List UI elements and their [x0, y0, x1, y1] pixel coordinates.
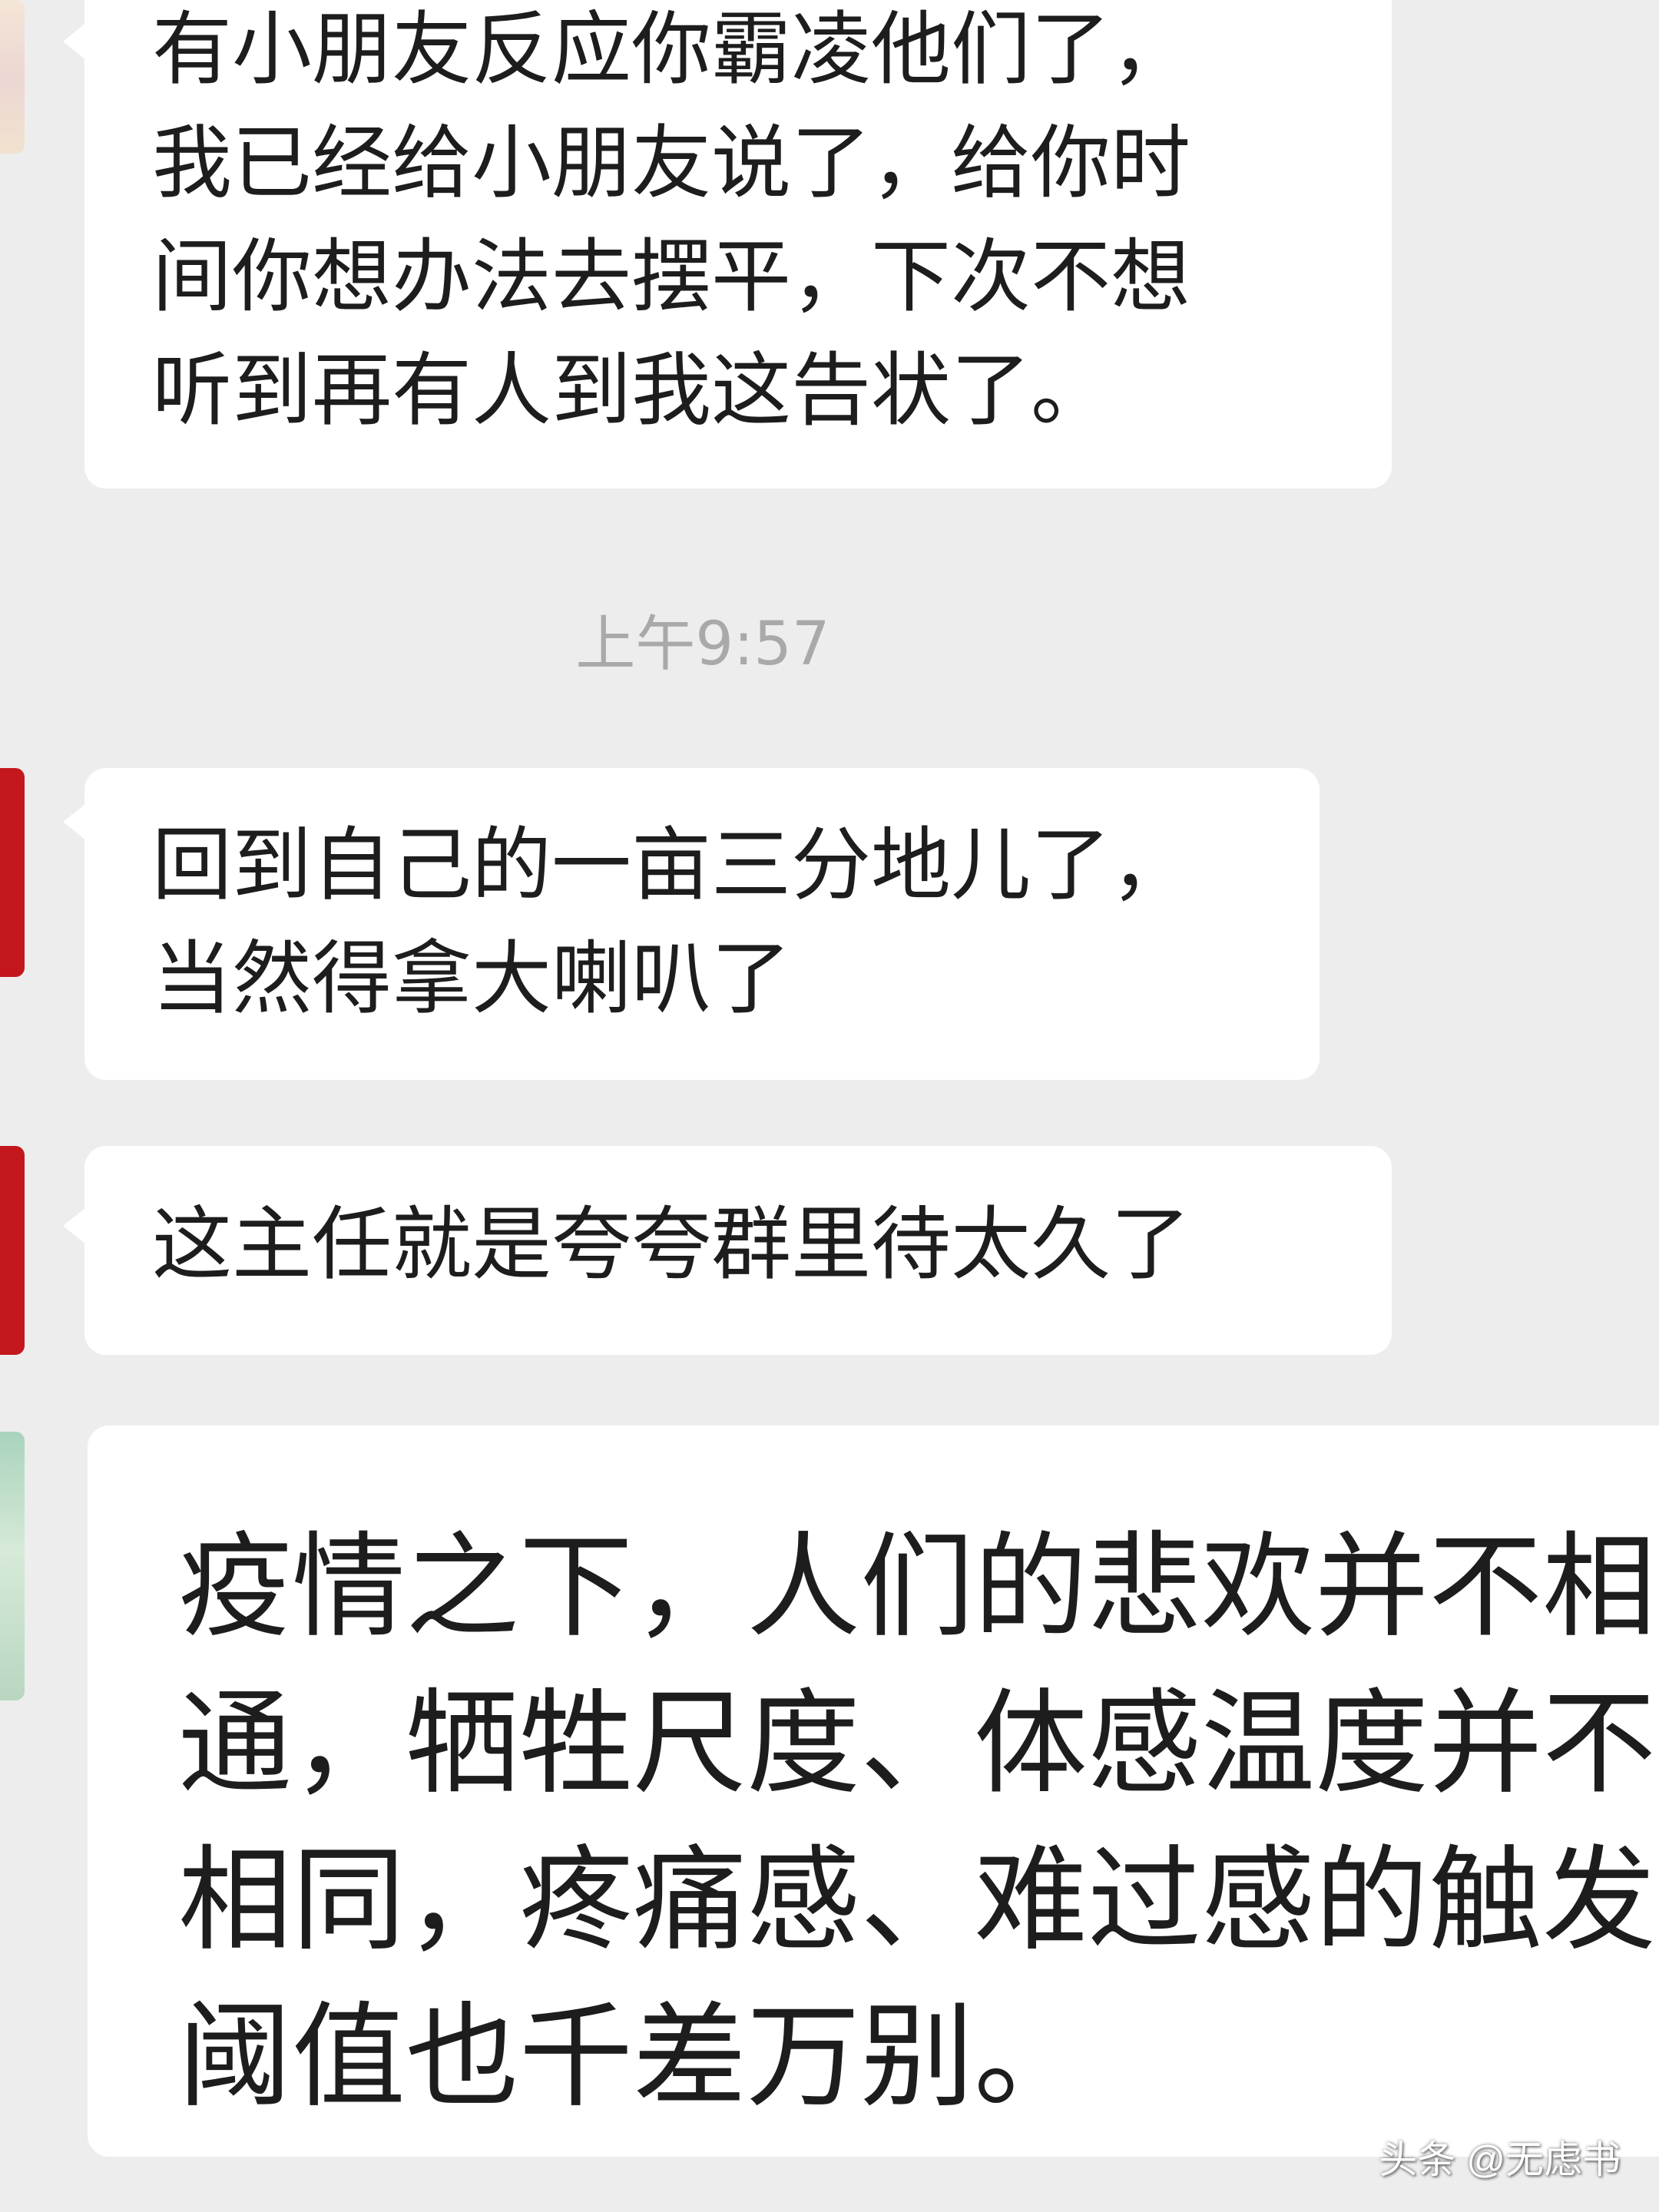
sender-avatar[interactable]: [0, 0, 25, 154]
sender-avatar[interactable]: [0, 1432, 25, 1700]
sender-avatar[interactable]: [0, 768, 25, 977]
message-text: 回到自己的一亩三分地儿了， 当然得拿大喇叭了: [152, 818, 1191, 1025]
message-bubble[interactable]: 回到自己的一亩三分地儿了， 当然得拿大喇叭了: [63, 768, 1320, 1080]
message-timestamp: 上午9:57: [575, 610, 830, 679]
message-bubble[interactable]: 这主任就是夸夸群里待太久了: [63, 1146, 1392, 1355]
message-bubble[interactable]: 有小朋友反应你霸凌他们了， 我已经给小朋友说了，给你时 间你想办法去摆平，下次不…: [63, 0, 1392, 488]
message-text: 有小朋友反应你霸凌他们了， 我已经给小朋友说了，给你时 间你想办法去摆平，下次不…: [152, 2, 1191, 437]
sender-avatar[interactable]: [0, 1146, 25, 1355]
message-text: 疫情之下，人们的悲欢并不相 通，牺牲尺度、体感温度并不 相同，疼痛感、难过感的触…: [178, 1521, 1656, 2123]
message-bubble[interactable]: 疫情之下，人们的悲欢并不相 通，牺牲尺度、体感温度并不 相同，疼痛感、难过感的触…: [88, 1426, 1659, 2157]
message-text: 这主任就是夸夸群里待太久了: [152, 1197, 1191, 1291]
watermark: 头条 @无虑书: [1379, 2138, 1621, 2181]
